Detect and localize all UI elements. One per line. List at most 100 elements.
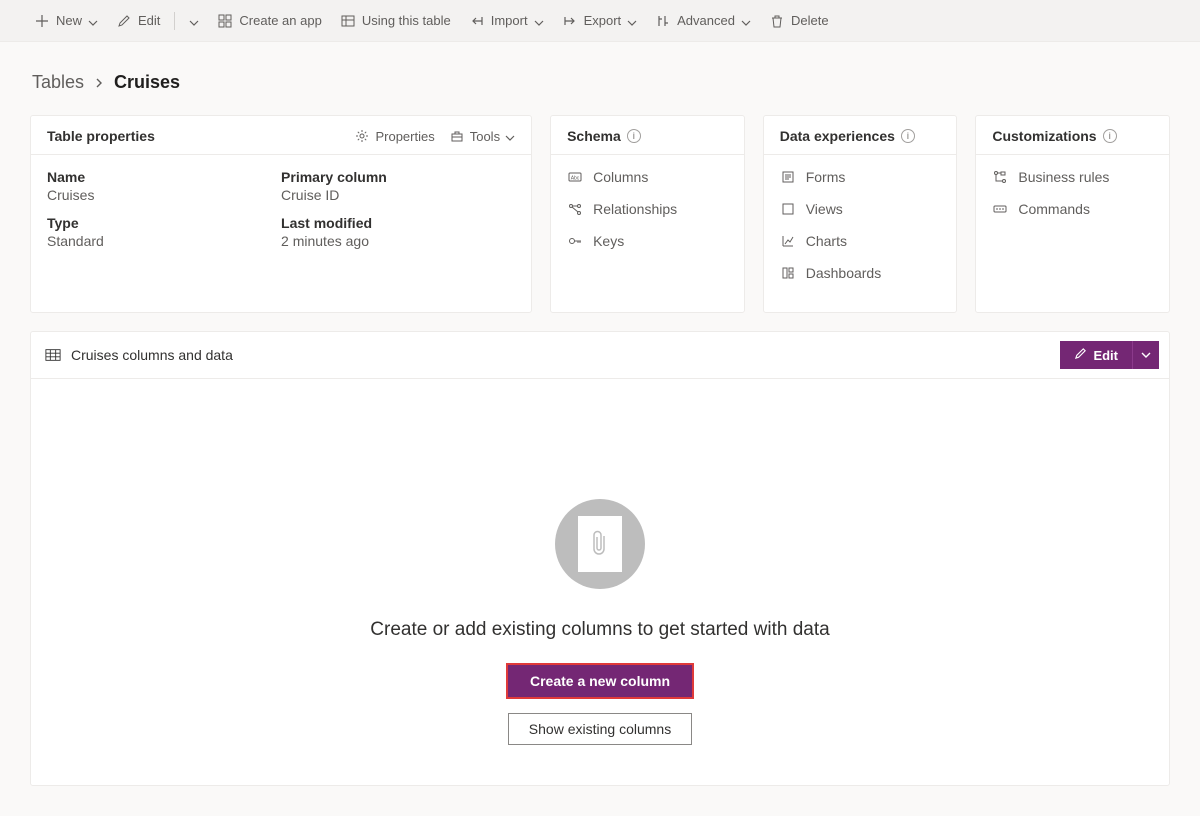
type-label: Type — [47, 215, 281, 231]
export-button[interactable]: Export — [556, 9, 644, 33]
schema-relationships-link[interactable]: Relationships — [567, 201, 728, 217]
forms-link[interactable]: Forms — [780, 169, 941, 185]
table-icon — [340, 13, 356, 29]
info-icon[interactable]: i — [1103, 129, 1117, 143]
import-label: Import — [491, 13, 528, 28]
svg-text:Abc: Abc — [571, 176, 580, 182]
link-label: Relationships — [593, 201, 677, 217]
chart-icon — [780, 233, 796, 249]
properties-link[interactable]: Properties — [354, 128, 434, 144]
using-table-button[interactable]: Using this table — [334, 9, 457, 33]
chevron-down-icon — [741, 16, 751, 26]
chevron-down-icon — [1141, 348, 1151, 363]
plus-icon — [34, 13, 50, 29]
pencil-icon — [1074, 347, 1087, 363]
sliders-icon — [655, 13, 671, 29]
link-label: Keys — [593, 233, 624, 249]
key-icon — [567, 233, 583, 249]
edit-label: Edit — [138, 13, 160, 28]
link-label: Forms — [806, 169, 846, 185]
chevron-down-icon — [534, 16, 544, 26]
form-icon — [780, 169, 796, 185]
export-icon — [562, 13, 578, 29]
command-bar: New Edit Create an app Using this table … — [0, 0, 1200, 42]
data-panel-title-text: Cruises columns and data — [71, 347, 233, 363]
schema-columns-link[interactable]: Abc Columns — [567, 169, 728, 185]
summary-cards-row: Table properties Properties Tools — [30, 115, 1170, 313]
edit-data-button[interactable]: Edit — [1060, 341, 1132, 369]
views-link[interactable]: Views — [780, 201, 941, 217]
link-label: Commands — [1018, 201, 1090, 217]
edit-label: Edit — [1093, 348, 1118, 363]
card-body: Name Cruises Type Standard Primary colum… — [31, 155, 531, 275]
create-app-button[interactable]: Create an app — [211, 9, 327, 33]
card-header-actions: Properties Tools — [354, 128, 515, 144]
card-title: Data experiences — [780, 128, 895, 144]
card-title: Schema — [567, 128, 621, 144]
chevron-down-icon — [627, 16, 637, 26]
edit-dropdown[interactable] — [183, 12, 205, 30]
chevron-down-icon — [505, 131, 515, 141]
separator — [174, 12, 175, 30]
paperclip-icon — [590, 529, 610, 560]
import-button[interactable]: Import — [463, 9, 550, 33]
primary-column-label: Primary column — [281, 169, 515, 185]
info-icon[interactable]: i — [627, 129, 641, 143]
card-header: Table properties Properties Tools — [31, 116, 531, 155]
breadcrumb-current: Cruises — [114, 72, 180, 93]
chevron-down-icon — [88, 16, 98, 26]
primary-column-value: Cruise ID — [281, 187, 515, 203]
customizations-card: Customizations i Business rules Commands — [975, 115, 1170, 313]
delete-label: Delete — [791, 13, 829, 28]
link-label: Views — [806, 201, 843, 217]
new-button[interactable]: New — [28, 9, 104, 33]
columns-data-panel: Cruises columns and data Edit Create or … — [30, 331, 1170, 786]
commands-link[interactable]: Commands — [992, 201, 1153, 217]
relationship-icon — [567, 201, 583, 217]
tools-link[interactable]: Tools — [449, 128, 515, 144]
charts-link[interactable]: Charts — [780, 233, 941, 249]
business-rules-link[interactable]: Business rules — [992, 169, 1153, 185]
breadcrumb: Tables Cruises — [32, 72, 1170, 93]
pencil-icon — [116, 13, 132, 29]
card-title: Table properties — [47, 128, 155, 144]
edit-dropdown-button[interactable] — [1132, 341, 1159, 369]
advanced-button[interactable]: Advanced — [649, 9, 757, 33]
view-icon — [780, 201, 796, 217]
app-grid-icon — [217, 13, 233, 29]
card-header: Schema i — [551, 116, 744, 155]
delete-button[interactable]: Delete — [763, 9, 835, 33]
breadcrumb-root[interactable]: Tables — [32, 72, 84, 93]
grid-icon — [45, 347, 61, 363]
name-label: Name — [47, 169, 281, 185]
create-app-label: Create an app — [239, 13, 321, 28]
empty-state: Create or add existing columns to get st… — [31, 379, 1169, 785]
card-header: Data experiences i — [764, 116, 957, 155]
chevron-right-icon — [94, 72, 104, 93]
schema-keys-link[interactable]: Keys — [567, 233, 728, 249]
abc-field-icon: Abc — [567, 169, 583, 185]
name-value: Cruises — [47, 187, 281, 203]
trash-icon — [769, 13, 785, 29]
link-label: Dashboards — [806, 265, 882, 281]
table-properties-card: Table properties Properties Tools — [30, 115, 532, 313]
data-panel-header: Cruises columns and data Edit — [31, 332, 1169, 379]
export-label: Export — [584, 13, 622, 28]
chevron-down-icon — [189, 16, 199, 26]
info-icon[interactable]: i — [901, 129, 915, 143]
link-label: Charts — [806, 233, 847, 249]
show-existing-columns-button[interactable]: Show existing columns — [508, 713, 692, 745]
create-column-button[interactable]: Create a new column — [506, 663, 694, 699]
dashboards-link[interactable]: Dashboards — [780, 265, 941, 281]
card-header: Customizations i — [976, 116, 1169, 155]
gear-icon — [354, 128, 370, 144]
type-value: Standard — [47, 233, 281, 249]
card-title: Customizations — [992, 128, 1096, 144]
edit-button[interactable]: Edit — [110, 9, 166, 33]
using-table-label: Using this table — [362, 13, 451, 28]
flow-icon — [992, 169, 1008, 185]
advanced-label: Advanced — [677, 13, 735, 28]
tools-label: Tools — [470, 129, 500, 144]
properties-label: Properties — [375, 129, 434, 144]
empty-message: Create or add existing columns to get st… — [370, 619, 829, 641]
